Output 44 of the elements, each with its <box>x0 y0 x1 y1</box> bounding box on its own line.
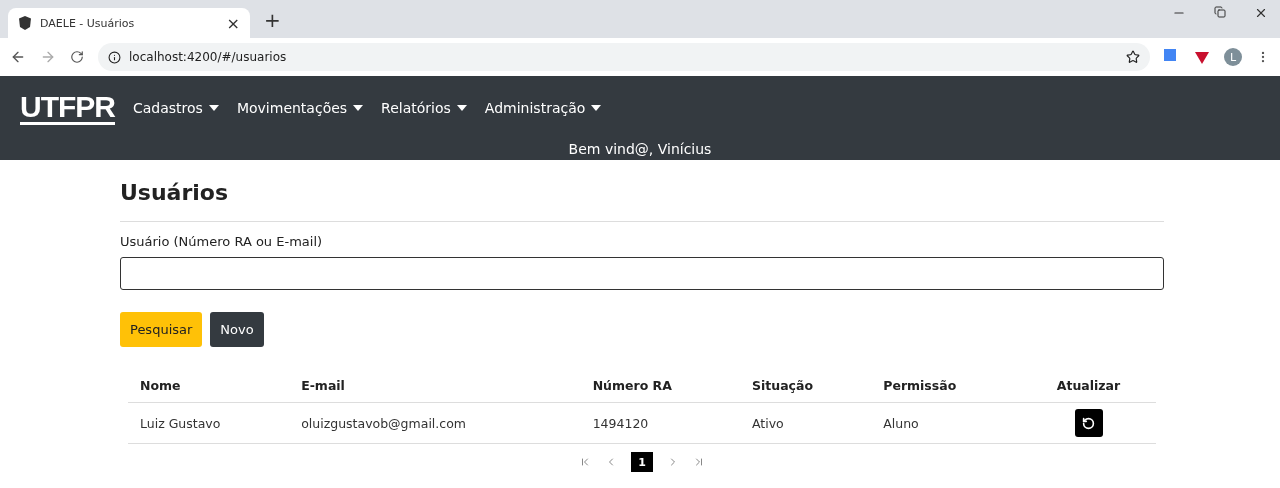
nav-menu[interactable]: Movimentações <box>236 100 364 116</box>
nav-menu[interactable]: Administração <box>484 100 602 116</box>
column-header: Permissão <box>871 369 1021 403</box>
table-cell: oluizgustavob@gmail.com <box>289 402 581 444</box>
column-header: Nome <box>128 369 290 403</box>
caret-icon <box>208 105 219 111</box>
extension-icon[interactable] <box>1194 49 1210 65</box>
table-cell: Aluno <box>871 402 1021 444</box>
new-button[interactable]: Novo <box>210 312 264 347</box>
column-header: E-mail <box>289 369 581 403</box>
last-page-icon[interactable] <box>693 456 705 468</box>
column-header: Atualizar <box>1021 369 1156 403</box>
caret-icon <box>456 105 467 111</box>
restore-icon[interactable] <box>1214 6 1226 18</box>
nav-menu[interactable]: Cadastros <box>133 100 219 116</box>
tab-title: DAELE - Usuários <box>40 16 136 30</box>
refresh-icon <box>1082 416 1095 430</box>
first-page-icon[interactable] <box>579 456 591 468</box>
welcome-text: Bem vind@, Vinícius <box>568 141 712 157</box>
back-icon[interactable] <box>10 49 26 65</box>
refresh-button[interactable] <box>1074 409 1103 437</box>
field-label: Usuário (Número RA ou E-mail) <box>120 234 324 249</box>
angular-icon <box>18 16 32 30</box>
logo: UTFPR <box>20 91 115 125</box>
close-icon[interactable] <box>1254 6 1268 20</box>
page-title: Usuários <box>120 180 230 205</box>
new-tab-button[interactable]: + <box>264 8 281 32</box>
bookmark-icon[interactable] <box>1126 50 1140 64</box>
table-cell: Luiz Gustavo <box>128 402 290 444</box>
caret-icon <box>591 105 602 111</box>
nav-menu[interactable]: Relatórios <box>381 100 467 116</box>
page-button[interactable]: 1 <box>631 452 653 472</box>
address-bar[interactable]: localhost:4200/#/usuarios <box>98 43 1150 71</box>
column-header: Situação <box>740 369 872 403</box>
close-tab-button[interactable]: × <box>226 13 240 33</box>
search-button[interactable]: Pesquisar <box>120 312 203 347</box>
column-header: Número RA <box>580 369 740 403</box>
info-icon[interactable] <box>108 50 121 64</box>
search-field[interactable] <box>120 257 1164 290</box>
caret-icon <box>353 105 364 111</box>
reload-icon[interactable] <box>70 50 84 64</box>
browser-tab[interactable]: DAELE - Usuários × <box>8 8 250 38</box>
table-cell: 1494120 <box>580 402 740 444</box>
table-cell: Ativo <box>740 402 872 444</box>
